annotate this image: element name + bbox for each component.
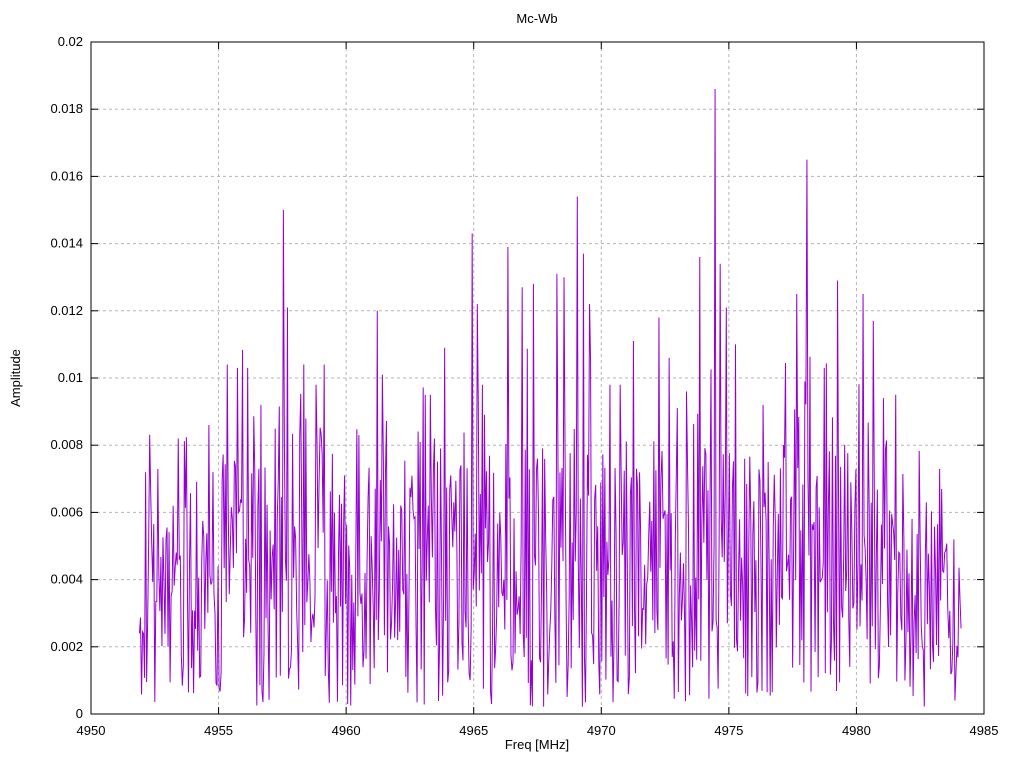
y-tick-label: 0.002 (50, 639, 83, 654)
x-tick-label: 4985 (970, 723, 999, 738)
y-tick-label: 0.016 (50, 168, 83, 183)
y-tick-label: 0.012 (50, 303, 83, 318)
x-tick-label: 4970 (587, 723, 616, 738)
y-tick-label: 0.014 (50, 236, 83, 251)
y-tick-label: 0.02 (58, 34, 83, 49)
series-layer (138, 89, 962, 707)
y-tick-label: 0.006 (50, 504, 83, 519)
chart-window: Mc-Wb Freq [MHz] Amplitude 4950 4955 4960 4… (0, 0, 1024, 768)
x-tick-label: 4965 (459, 723, 488, 738)
y-tick-label: 0.004 (50, 572, 83, 587)
x-tick-label: 4980 (842, 723, 871, 738)
x-tick-label: 4975 (714, 723, 743, 738)
y-tick-label: 0.018 (50, 101, 83, 116)
y-axis-label: Amplitude (8, 349, 23, 407)
chart-title: Mc-Wb (516, 11, 557, 26)
chart-svg: Mc-Wb Freq [MHz] Amplitude 4950 4955 4960 4… (8, 11, 999, 752)
series-line (138, 89, 962, 707)
x-tick-label: 4950 (77, 723, 106, 738)
x-tick-label: 4955 (204, 723, 233, 738)
y-tick-label: 0.01 (58, 370, 83, 385)
x-tick-label: 4960 (332, 723, 361, 738)
x-axis-label: Freq [MHz] (505, 737, 569, 752)
y-tick-label: 0 (76, 706, 83, 721)
y-tick-label: 0.008 (50, 437, 83, 452)
